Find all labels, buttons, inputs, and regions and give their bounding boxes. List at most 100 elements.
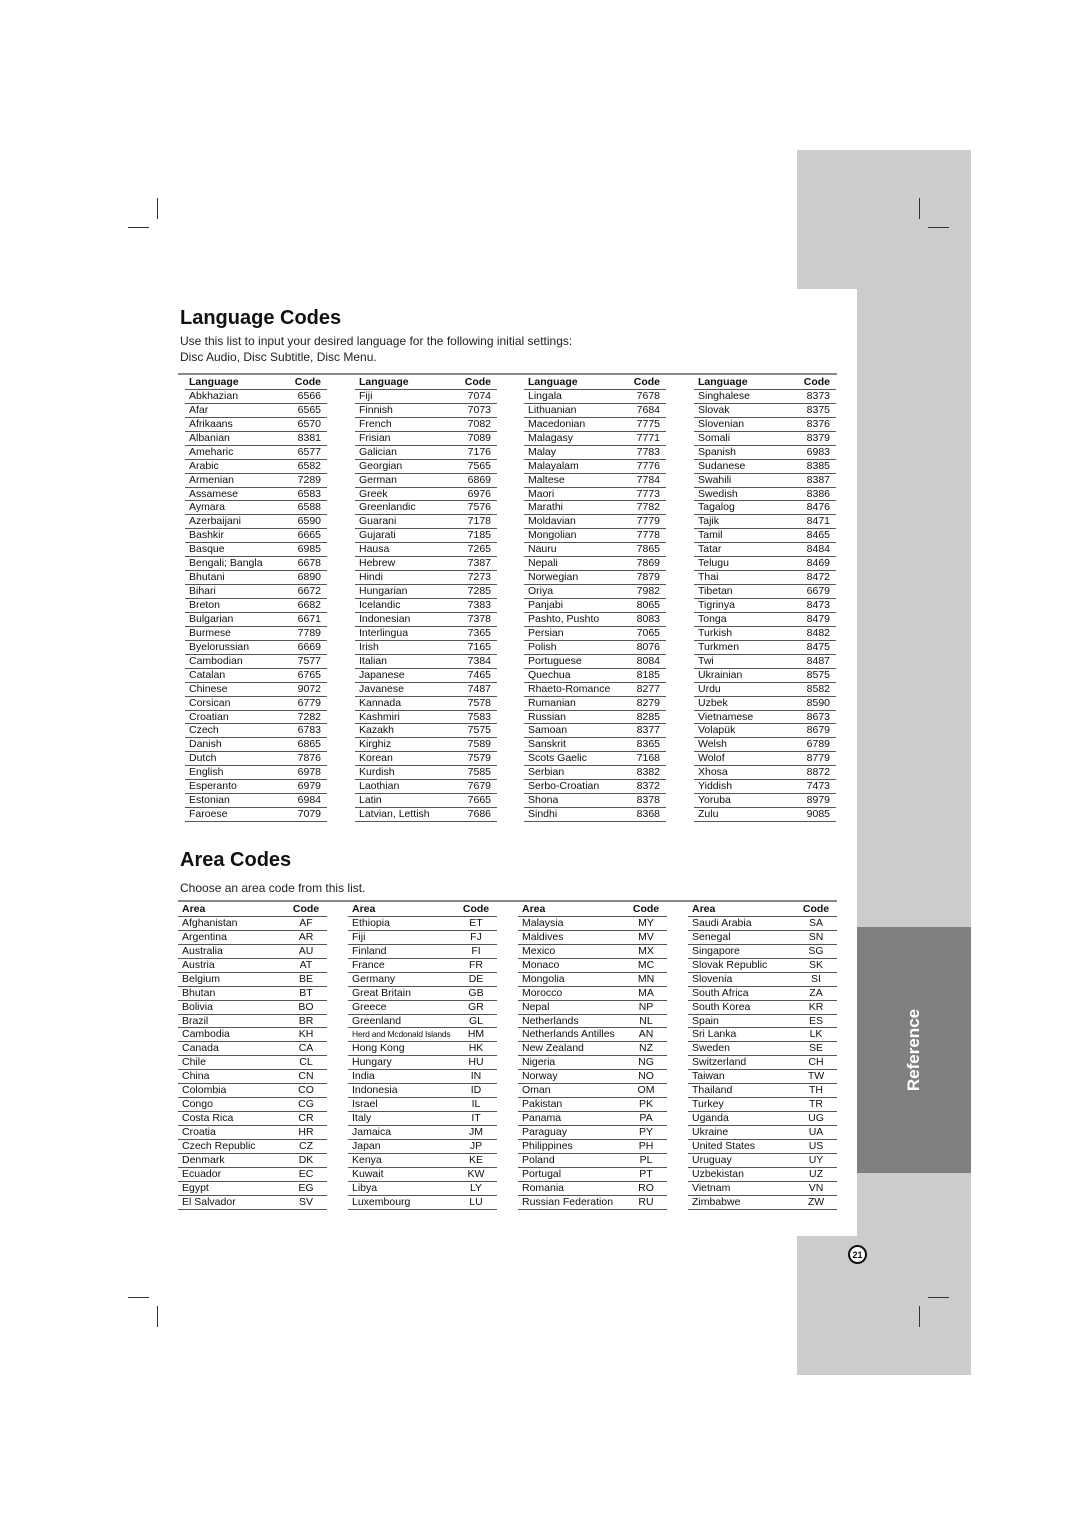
table-row: Greenland GL	[348, 1015, 497, 1029]
table-row: Afrikaans 6570	[185, 418, 327, 432]
language-code: 7079	[297, 808, 321, 821]
language-name: Uzbek	[698, 696, 728, 709]
area-name: Australia	[182, 944, 223, 957]
table-row: Monaco MC	[518, 959, 667, 973]
table-row: Catalan 6765	[185, 669, 327, 683]
table-row: Oman OM	[518, 1084, 667, 1099]
area-name: Bolivia	[182, 1000, 213, 1013]
language-code: 6869	[467, 473, 491, 486]
language-code: 9072	[297, 682, 321, 695]
table-row: Sweden SE	[688, 1042, 837, 1057]
crop-mark-tl-v	[157, 198, 158, 219]
area-name: Poland	[522, 1153, 555, 1166]
language-code: 7473	[806, 780, 830, 793]
language-codes-intro-line2: Disc Audio, Disc Subtitle, Disc Menu.	[180, 350, 377, 364]
language-name: Zulu	[698, 808, 719, 821]
table-row: Netherlands NL	[518, 1015, 667, 1029]
table-row: Bulgarian 6671	[185, 613, 327, 627]
table-row: Costa Rica CR	[178, 1112, 327, 1126]
language-code: 6672	[297, 585, 321, 598]
table-row: Bengali; Bangla 6678	[185, 557, 327, 572]
language-name: Chinese	[189, 682, 228, 695]
table-row: Maldives MV	[518, 931, 667, 945]
area-code: IT	[471, 1112, 481, 1125]
area-name: South Korea	[692, 1000, 751, 1013]
table-row: Slovenian 8376	[694, 418, 836, 432]
area-code: LK	[809, 1028, 823, 1041]
language-code: 6583	[297, 487, 321, 500]
table-header-row: Area Code	[348, 903, 497, 917]
table-row: Hungarian 7285	[355, 585, 497, 599]
area-code: JP	[469, 1139, 483, 1152]
language-code: 7578	[467, 696, 491, 709]
table-row: Uganda UG	[688, 1112, 837, 1126]
area-code: HU	[468, 1056, 484, 1069]
area-code: SI	[811, 972, 821, 985]
table-row: New Zealand NZ	[518, 1042, 667, 1057]
area-name: Norway	[522, 1070, 558, 1083]
language-code: 7686	[467, 808, 491, 821]
table-row: Pashto, Pushto 8083	[524, 613, 666, 627]
table-row: Paraguay PY	[518, 1126, 667, 1140]
header-code: Code	[294, 376, 321, 388]
language-name: Tamil	[698, 529, 723, 542]
crop-mark-br-v	[919, 1306, 920, 1327]
language-code: 8387	[806, 473, 830, 486]
crop-mark-tl-h	[128, 227, 149, 228]
area-name: Hong Kong	[352, 1042, 405, 1055]
table-row: Spanish 6983	[694, 446, 836, 460]
table-row: Latvian, Lettish 7686	[355, 808, 497, 822]
table-row: Switzerland CH	[688, 1056, 837, 1071]
table-row: Korean 7579	[355, 752, 497, 767]
area-name: Paraguay	[522, 1126, 567, 1138]
table-row: Uzbekistan UZ	[688, 1168, 837, 1182]
area-code: MV	[638, 930, 654, 943]
language-name: Frisian	[359, 431, 391, 444]
area-name: Herd and Mcdonald Islands	[352, 1029, 451, 1040]
table-row: Netherlands Antilles AN	[518, 1028, 667, 1043]
area-name: Kenya	[352, 1153, 382, 1166]
language-name: Afar	[189, 403, 209, 416]
language-code: 8373	[806, 389, 830, 402]
area-code: KW	[467, 1167, 485, 1180]
table-row: Great Britain GB	[348, 987, 497, 1001]
reference-tab-label-wrap: Reference	[857, 927, 971, 1173]
table-row: Portuguese 8084	[524, 655, 666, 669]
table-row: Danish 6865	[185, 738, 327, 753]
table-row: Hindi 7273	[355, 571, 497, 586]
area-code: NG	[638, 1056, 654, 1069]
table-row: Serbo-Croatian 8372	[524, 780, 666, 795]
header-code: Code	[292, 903, 320, 915]
language-code: 7089	[467, 431, 491, 444]
language-code: 6577	[297, 445, 321, 458]
header-code: Code	[464, 376, 491, 388]
language-name: Basque	[189, 543, 225, 556]
language-code: 8476	[806, 501, 830, 514]
language-code: 8076	[636, 640, 660, 653]
table-row: Marathi 7782	[524, 501, 666, 516]
table-row: Italian 7384	[355, 655, 497, 669]
table-row: Bashkir 6665	[185, 529, 327, 544]
table-row: Hausa 7265	[355, 543, 497, 558]
area-code: OM	[637, 1084, 655, 1097]
table-row: Icelandic 7383	[355, 599, 497, 613]
area-code: KH	[298, 1028, 314, 1041]
language-code: 7784	[636, 473, 660, 486]
page-number: 21	[848, 1245, 867, 1264]
area-name: Luxembourg	[352, 1195, 411, 1208]
table-row: Cambodia KH	[178, 1028, 327, 1043]
language-name: Spanish	[698, 445, 736, 458]
area-name: Philippines	[522, 1139, 573, 1152]
area-code: AU	[298, 944, 314, 957]
language-name: Afrikaans	[189, 417, 233, 430]
language-code: 7168	[636, 752, 660, 765]
table-row: Herd and Mcdonald Islands HM	[348, 1028, 497, 1043]
language-name: Italian	[359, 654, 388, 667]
table-row: Mongolia MN	[518, 973, 667, 987]
language-name: Thai	[698, 571, 719, 584]
language-name: Icelandic	[359, 599, 401, 611]
table-row: Czech Republic CZ	[178, 1140, 327, 1154]
language-name: Scots Gaelic	[528, 752, 587, 765]
area-name: Malaysia	[522, 916, 564, 929]
table-row: Libya LY	[348, 1182, 497, 1196]
